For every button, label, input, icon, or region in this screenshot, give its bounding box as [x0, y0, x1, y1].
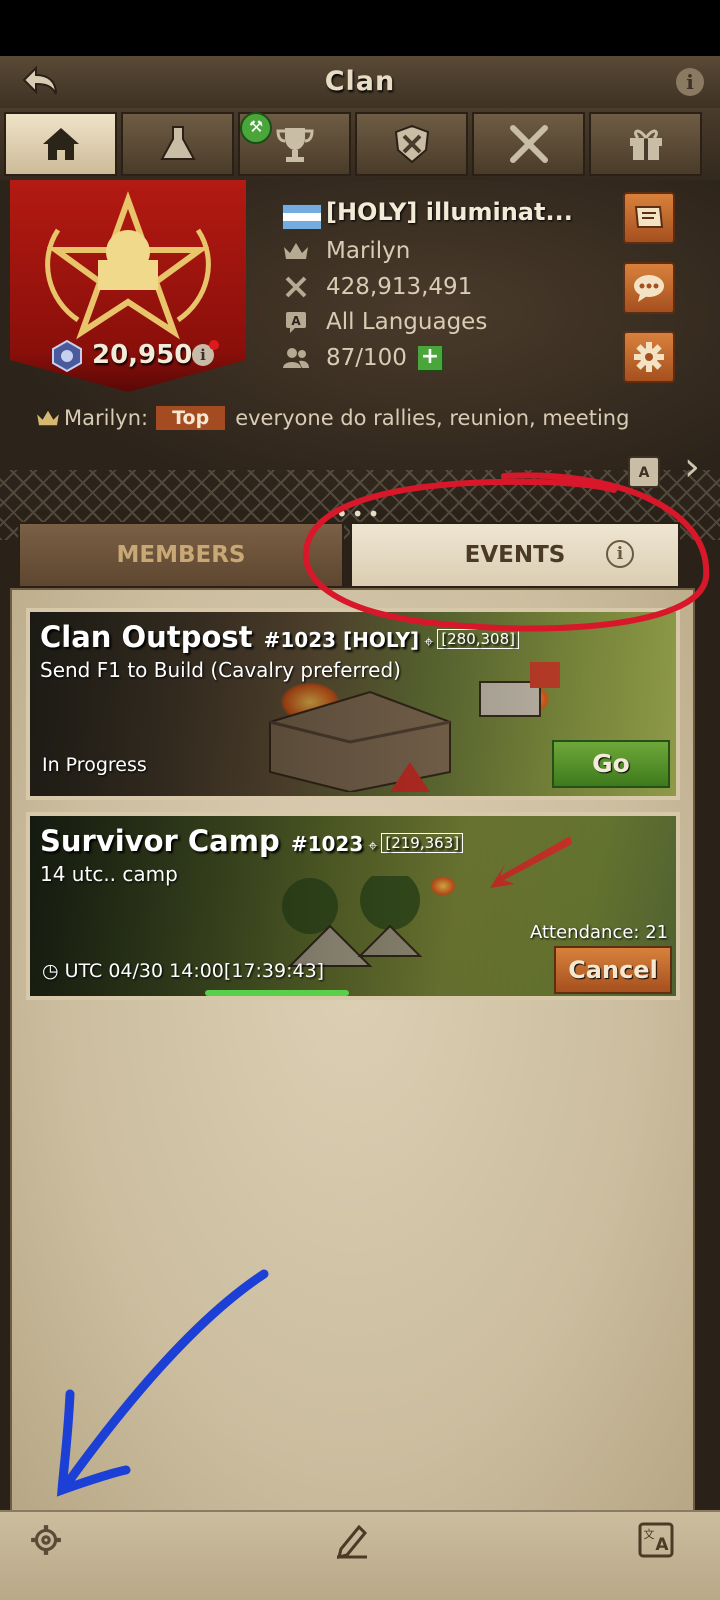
- go-button[interactable]: Go: [552, 740, 670, 788]
- clan-announcement[interactable]: Marilyn: Top everyone do rallies, reunio…: [36, 400, 656, 436]
- event-card-survivor-camp[interactable]: Survivor Camp #1023 ⌖ [219,363] 14 utc.. …: [26, 812, 680, 1000]
- back-arrow-icon: [22, 65, 57, 95]
- translate-icon: A 文: [638, 1522, 674, 1558]
- event-description: 14 utc.. camp: [40, 862, 178, 886]
- clan-mail-button[interactable]: [623, 192, 675, 244]
- crown-icon: [37, 410, 59, 426]
- flask-icon: [159, 126, 196, 160]
- event-server: #1023: [290, 832, 364, 856]
- argentina-flag-icon: [282, 204, 322, 230]
- event-attendance: Attendance: 21: [530, 922, 669, 943]
- blue-arrow-annotation: [56, 1269, 269, 1497]
- tab-clan-shield[interactable]: [355, 112, 468, 176]
- top-badge: Top: [156, 406, 226, 430]
- title-bar: Clan: [0, 56, 720, 110]
- gear-icon: [634, 342, 664, 372]
- translate-button[interactable]: A 文: [636, 1520, 676, 1560]
- clan-language: All Languages: [326, 309, 488, 335]
- members-row: 87/100 +: [282, 341, 443, 375]
- members-icon: [282, 345, 310, 371]
- hammer-badge-icon: ⚒: [240, 112, 272, 144]
- svg-text:A: A: [655, 1535, 669, 1555]
- clan-screen: Clan i ⚒ 20,950 i [HOLY] illuminat... Ma…: [0, 0, 720, 1600]
- notification-dot: [209, 340, 219, 350]
- announcement-text: everyone do rallies, reunion, meeting: [235, 406, 630, 430]
- svg-text:文: 文: [644, 1527, 655, 1541]
- announcement-author: Marilyn:: [64, 406, 149, 430]
- event-time-row: ◷ UTC 04/30 14:00[17:39:43]: [42, 960, 324, 982]
- clan-settings-button[interactable]: [623, 331, 675, 383]
- event-title: Survivor Camp: [40, 824, 280, 858]
- green-underline-annotation: [205, 990, 349, 996]
- clan-leader: Marilyn: [326, 238, 411, 264]
- settings-button[interactable]: [26, 1520, 66, 1560]
- tab-gifts[interactable]: [589, 112, 702, 176]
- language-row: A All Languages: [282, 305, 487, 339]
- edit-button[interactable]: [332, 1520, 372, 1560]
- tab-research[interactable]: [121, 112, 234, 176]
- page-title: Clan: [324, 66, 396, 97]
- location-pin-icon: ⌖: [368, 836, 378, 855]
- red-circle-annotation: [302, 472, 710, 632]
- cancel-button[interactable]: Cancel: [554, 946, 672, 994]
- home-icon: [42, 128, 79, 160]
- leader-row: Marilyn: [282, 234, 410, 268]
- event-time: UTC 04/30 14:00: [64, 960, 224, 982]
- event-card-clan-outpost[interactable]: Clan Outpost #1023 [HOLY] ⌖ [280,308] Sen…: [26, 608, 680, 800]
- kills-row: 428,913,491: [282, 270, 472, 304]
- tab-home[interactable]: [4, 112, 117, 176]
- status-bar: [0, 0, 720, 56]
- add-member-button[interactable]: +: [416, 345, 443, 371]
- trophy-icon: [275, 128, 314, 162]
- info-icon[interactable]: i: [676, 68, 704, 96]
- clan-power-value: 20,950: [92, 340, 193, 370]
- language-icon: A: [282, 309, 310, 335]
- crossed-swords-icon: [509, 125, 548, 163]
- chat-icon: [634, 275, 664, 302]
- crossed-weapons-icon: [282, 274, 310, 300]
- gear-icon: [31, 1525, 61, 1555]
- clan-emblem-icon[interactable]: [28, 190, 228, 340]
- back-button[interactable]: [18, 64, 62, 102]
- scroll-icon: [634, 206, 664, 228]
- clan-kills: 428,913,491: [326, 274, 473, 300]
- clan-chat-button[interactable]: [623, 262, 675, 314]
- clan-name: [HOLY] illuminat...: [326, 198, 573, 226]
- event-description: Send F1 to Build (Cavalry preferred): [40, 658, 401, 682]
- event-title: Clan Outpost: [40, 620, 253, 654]
- svg-text:A: A: [291, 314, 301, 328]
- clan-member-count: 87/100: [326, 345, 407, 371]
- power-hexagon-icon: [52, 339, 82, 373]
- event-countdown: [17:39:43]: [223, 960, 325, 982]
- event-status: In Progress: [42, 754, 147, 776]
- crown-icon: [282, 238, 310, 264]
- tab-war[interactable]: [472, 112, 585, 176]
- clock-icon: ◷: [42, 960, 59, 982]
- event-title-row: Survivor Camp #1023 ⌖ [219,363]: [40, 824, 464, 858]
- shield-tools-icon: [394, 124, 429, 164]
- event-coords[interactable]: [219,363]: [381, 833, 464, 853]
- gift-icon: [629, 129, 662, 160]
- pencil-icon: [336, 1524, 368, 1559]
